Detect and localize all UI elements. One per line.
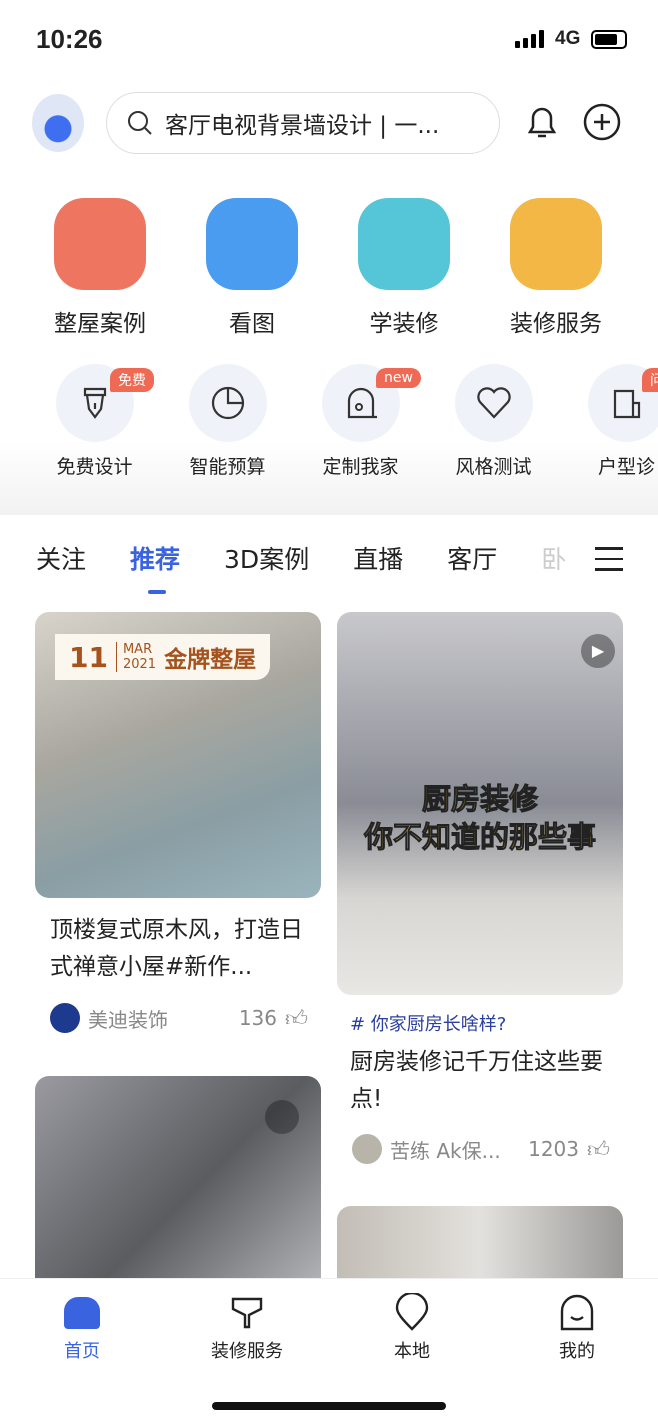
entry-learn[interactable]: 学装修 xyxy=(328,198,480,338)
home-icon xyxy=(64,1297,100,1329)
entry-service[interactable]: 装修服务 xyxy=(480,198,632,338)
entry-gallery[interactable]: 看图 xyxy=(176,198,328,338)
location-icon xyxy=(395,1293,429,1331)
home-indicator xyxy=(212,1402,446,1410)
tool-style-test[interactable]: 风格测试 xyxy=(427,364,560,479)
bell-icon[interactable] xyxy=(522,102,562,142)
tabs-menu-icon[interactable] xyxy=(595,547,623,579)
tab-bedroom[interactable]: 卧 xyxy=(541,540,566,576)
gallery-icon xyxy=(265,1100,299,1134)
tab-living-room[interactable]: 客厅 xyxy=(447,540,497,576)
heart-icon xyxy=(454,364,533,442)
nav-profile[interactable]: 我的 xyxy=(527,1293,627,1363)
house-icon xyxy=(54,198,146,290)
topic-tag[interactable]: # 你家厨房长啥样? xyxy=(350,1010,506,1036)
battery-icon xyxy=(591,30,627,49)
author-name[interactable]: 美迪装饰 xyxy=(88,1004,168,1033)
search-icon xyxy=(128,111,152,135)
feed-card-video[interactable]: ▶ 厨房装修 你不知道的那些事 xyxy=(337,612,623,995)
tool-budget[interactable]: 智能预算 xyxy=(161,364,294,479)
nav-local[interactable]: 本地 xyxy=(362,1293,462,1363)
author-name[interactable]: 苦练 Ak保... xyxy=(390,1135,501,1164)
profile-icon xyxy=(560,1294,594,1331)
tool-free-design[interactable]: 免费 免费设计 xyxy=(28,364,161,479)
nav-service[interactable]: 装修服务 xyxy=(197,1293,297,1363)
signal-icon xyxy=(515,30,544,48)
badge: 免费 xyxy=(110,368,154,392)
book-icon xyxy=(358,198,450,290)
add-icon[interactable] xyxy=(582,102,622,142)
card-title[interactable]: 顶楼复式原木风，打造日式禅意小屋#新作... xyxy=(50,912,310,986)
thumbs-up-icon[interactable]: 👍︎ xyxy=(285,1005,308,1032)
nav-home[interactable]: 首页 xyxy=(32,1293,132,1363)
image-icon xyxy=(206,198,298,290)
feed-card-image[interactable]: 11 MAR 2021 金牌整屋 xyxy=(35,612,321,898)
like-count: 1203 xyxy=(528,1137,579,1161)
banner-badge: 11 MAR 2021 金牌整屋 xyxy=(55,634,271,680)
search-input[interactable]: 客厅电视背景墙设计 | 一... xyxy=(106,92,500,154)
badge: 问 xyxy=(642,368,658,392)
play-icon: ▶ xyxy=(581,634,615,668)
feed-tabs: 关注 推荐 3D案例 直播 客厅 卧 xyxy=(36,540,566,594)
status-bar: 10:26 4G xyxy=(0,0,658,80)
tab-3d-cases[interactable]: 3D案例 xyxy=(224,540,309,576)
assistant-avatar[interactable] xyxy=(32,94,84,152)
tool-custom-home[interactable]: new 定制我家 xyxy=(294,364,427,479)
tool-floorplan[interactable]: 问户型诊 xyxy=(560,364,658,479)
search-placeholder: 客厅电视背景墙设计 | 一... xyxy=(165,113,440,139)
entry-whole-house[interactable]: 整屋案例 xyxy=(24,198,176,338)
author-avatar[interactable] xyxy=(352,1134,382,1164)
network-type: 4G xyxy=(555,28,581,49)
like-count: 136 xyxy=(238,1006,277,1030)
tab-follow[interactable]: 关注 xyxy=(36,540,86,576)
tab-live[interactable]: 直播 xyxy=(353,540,403,576)
badge: new xyxy=(376,368,421,388)
tab-recommend[interactable]: 推荐 xyxy=(130,540,180,594)
author-avatar[interactable] xyxy=(50,1003,80,1033)
clock: 10:26 xyxy=(36,24,103,54)
card-title[interactable]: 厨房装修记千万住这些要点! xyxy=(350,1044,610,1118)
roller-icon xyxy=(231,1297,263,1329)
roller-icon xyxy=(510,198,602,290)
thumbs-up-icon[interactable]: 👍︎ xyxy=(587,1136,610,1163)
pie-chart-icon xyxy=(188,364,267,442)
